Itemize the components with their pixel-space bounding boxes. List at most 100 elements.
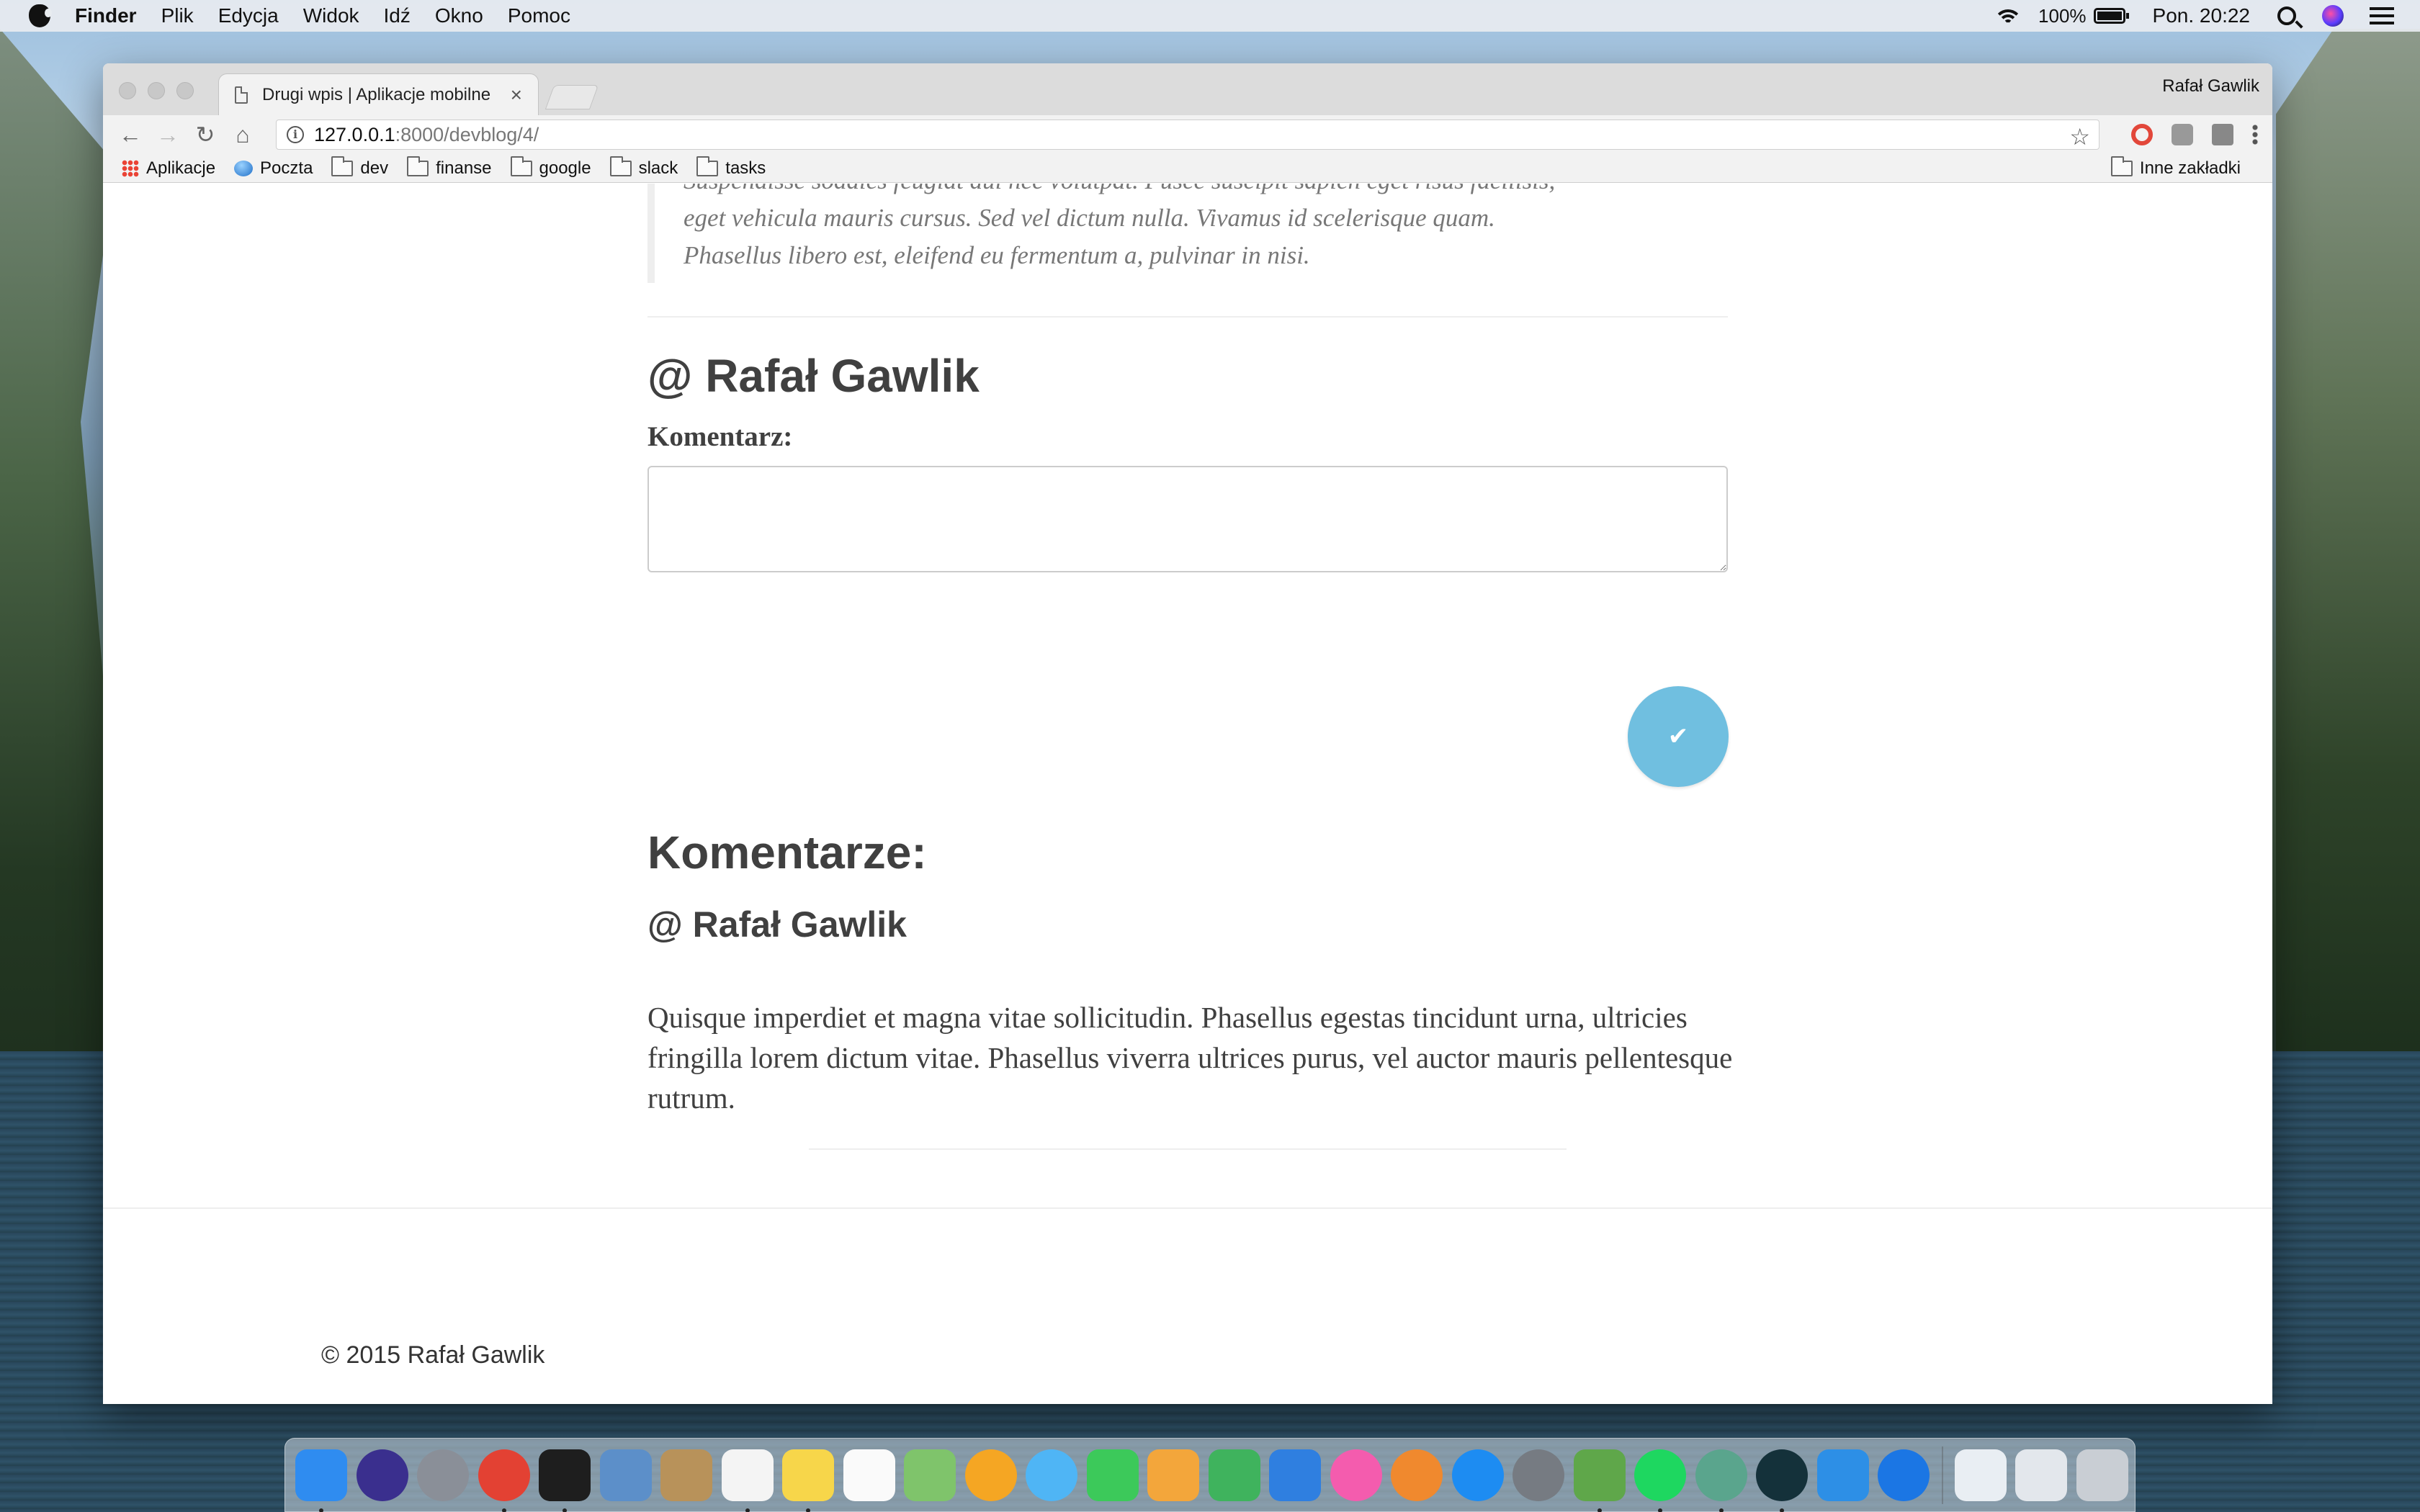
comment-textarea[interactable]: [647, 466, 1728, 572]
pages-icon[interactable]: [1147, 1449, 1199, 1501]
chrome-window: Drugi wpis | Aplikacje mobilne × Rafał G…: [103, 63, 2272, 1404]
profile-name[interactable]: Rafał Gawlik: [2162, 76, 2259, 96]
apps-grid-icon: [122, 159, 139, 177]
bookmark-folder-label: slack: [638, 158, 678, 178]
menu-clock[interactable]: Pon. 20:22: [2153, 4, 2250, 27]
opera-extension-icon[interactable]: [2131, 124, 2153, 145]
bookmark-folder-label: tasks: [725, 158, 766, 178]
documents-stack-icon[interactable]: [2015, 1449, 2067, 1501]
mail-extension-icon[interactable]: [2172, 124, 2193, 145]
numbers-icon[interactable]: [1208, 1449, 1260, 1501]
minimize-window-icon[interactable]: [148, 82, 165, 99]
menu-okno[interactable]: Okno: [435, 4, 483, 27]
bookmark-folder-label: dev: [360, 158, 389, 178]
folder-icon: [407, 156, 429, 176]
comment-text: Quisque imperdiet et magna vitae sollici…: [647, 1001, 1733, 1115]
running-indicator: [745, 1508, 750, 1512]
bookmark-folder-google[interactable]: google: [510, 156, 591, 179]
home-icon[interactable]: ⌂: [224, 115, 261, 154]
reload-icon[interactable]: ↻: [187, 115, 224, 154]
menu-idz[interactable]: Idź: [384, 4, 411, 27]
running-indicator: [1658, 1508, 1662, 1512]
chrome-menu-icon[interactable]: [2252, 124, 2258, 145]
menu-bar: Finder Plik Edycja Widok Idź Okno Pomoc …: [0, 0, 2420, 32]
comment-label: Komentarz:: [647, 421, 793, 452]
comments-heading: Komentarze:: [647, 827, 927, 878]
menu-edycja[interactable]: Edycja: [218, 4, 279, 27]
bookmark-other[interactable]: Inne zakładki: [2110, 154, 2241, 183]
running-indicator: [319, 1508, 323, 1512]
apple-menu-icon[interactable]: [29, 4, 52, 27]
notification-center-icon[interactable]: [2370, 7, 2394, 24]
photos-icon[interactable]: [964, 1449, 1017, 1501]
new-tab-button[interactable]: [544, 85, 599, 109]
folder-icon: [609, 156, 632, 176]
menu-plik[interactable]: Plik: [161, 4, 194, 27]
quote-line: Phasellus libero est, eleifend eu fermen…: [684, 241, 1310, 269]
bookmark-mail[interactable]: Poczta: [234, 158, 313, 179]
menu-widok[interactable]: Widok: [303, 4, 359, 27]
itunes-icon[interactable]: [1330, 1449, 1382, 1501]
divider: [809, 1148, 1567, 1150]
check-icon: ✔: [1667, 722, 1689, 751]
forward-arrow-icon[interactable]: →: [149, 115, 187, 154]
finder-icon[interactable]: [295, 1449, 347, 1512]
app-store-icon[interactable]: [1451, 1449, 1504, 1501]
bookmark-apps[interactable]: Aplikacje: [122, 158, 215, 179]
siri-menu-icon[interactable]: [2322, 5, 2344, 27]
page-footer: © 2015 Rafał Gawlik: [103, 1207, 2272, 1404]
password-extension-icon[interactable]: [2212, 124, 2233, 145]
chrome-icon[interactable]: [478, 1449, 530, 1512]
downloads-stack-icon[interactable]: [1954, 1449, 2007, 1501]
submit-comment-button[interactable]: ✔: [1628, 686, 1729, 787]
atom-icon[interactable]: [1695, 1449, 1747, 1512]
bookmark-folder-dev[interactable]: dev: [331, 156, 389, 179]
bookmark-star-icon[interactable]: ☆: [2069, 123, 2090, 150]
reminders-icon[interactable]: [843, 1449, 895, 1501]
maps-pin-icon[interactable]: [1878, 1449, 1930, 1501]
bookmark-folder-finanse[interactable]: finanse: [407, 156, 492, 179]
quote-line: eget vehicula mauris cursus. Sed vel dic…: [684, 204, 1495, 232]
ibooks-icon[interactable]: [1391, 1449, 1443, 1501]
wifi-icon[interactable]: [1994, 6, 2023, 25]
site-info-icon[interactable]: i: [287, 126, 304, 143]
notes-icon[interactable]: [782, 1449, 834, 1512]
maps-icon[interactable]: [904, 1449, 956, 1501]
extensions-area: [2112, 115, 2258, 154]
messages-icon[interactable]: [1026, 1449, 1077, 1501]
tab-title: Drugi wpis | Aplikacje mobilne: [262, 84, 491, 104]
contacts-icon[interactable]: [660, 1449, 712, 1501]
spotify-icon[interactable]: [1634, 1449, 1686, 1512]
system-preferences-icon[interactable]: [1512, 1449, 1564, 1501]
calendar-icon[interactable]: [721, 1449, 774, 1512]
preview-icon[interactable]: [599, 1449, 652, 1501]
bookmark-other-label: Inne zakładki: [2139, 158, 2241, 178]
tab-close-icon[interactable]: ×: [511, 84, 522, 107]
gitkraken-icon[interactable]: [1756, 1449, 1808, 1512]
back-arrow-icon[interactable]: ←: [112, 115, 149, 154]
bookmark-apps-label: Aplikacje: [146, 158, 216, 178]
trash-icon[interactable]: [2076, 1449, 2128, 1501]
siri-icon[interactable]: [356, 1449, 408, 1501]
facetime-icon[interactable]: [1086, 1449, 1139, 1501]
zoom-window-icon[interactable]: [176, 82, 194, 99]
launchpad-icon[interactable]: [417, 1449, 469, 1501]
divider: [647, 316, 1728, 318]
menu-app-name[interactable]: Finder: [75, 4, 137, 27]
android-studio-icon[interactable]: [1573, 1449, 1626, 1512]
xcode-icon[interactable]: [1816, 1449, 1869, 1501]
keynote-icon[interactable]: [1269, 1449, 1321, 1501]
terminal-icon[interactable]: [539, 1449, 591, 1512]
bookmark-folder-tasks[interactable]: tasks: [696, 156, 766, 179]
folder-icon: [510, 156, 532, 176]
url-path: :8000/devblog/4/: [395, 123, 539, 145]
menu-extras: 100% Pon. 20:22: [1994, 0, 2420, 32]
tab-active[interactable]: Drugi wpis | Aplikacje mobilne ×: [218, 73, 539, 115]
close-window-icon[interactable]: [119, 82, 136, 99]
battery-icon[interactable]: [2093, 8, 2129, 24]
bookmark-folder-slack[interactable]: slack: [609, 156, 678, 179]
address-bar[interactable]: i 127.0.0.1:8000/devblog/4/ ☆: [276, 120, 2099, 150]
spotlight-search-icon[interactable]: [2277, 6, 2296, 25]
menu-pomoc[interactable]: Pomoc: [508, 4, 570, 27]
bookmark-folder-label: google: [539, 158, 591, 178]
